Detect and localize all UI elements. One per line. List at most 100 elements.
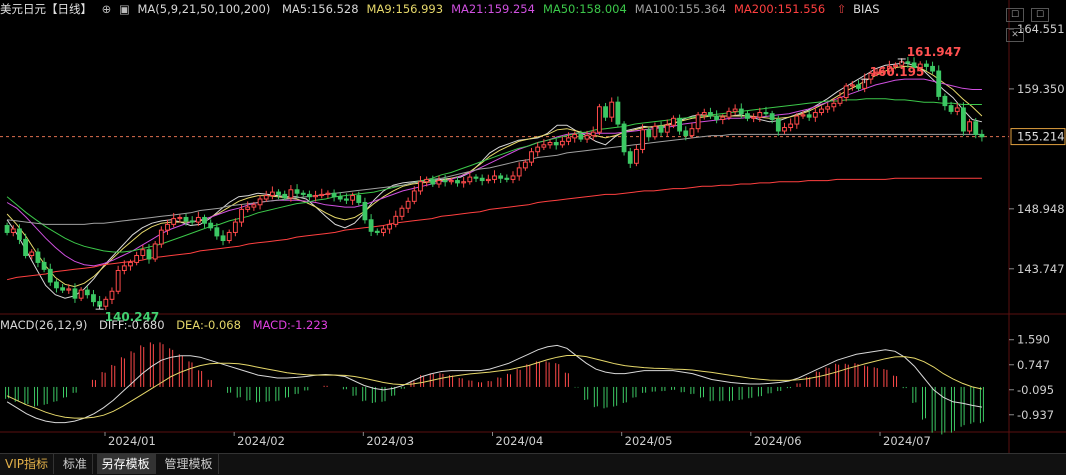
candle-body — [54, 281, 59, 289]
candle-body — [615, 101, 621, 125]
candle-body — [405, 200, 411, 209]
candle-body — [121, 265, 127, 271]
candle-body — [257, 198, 263, 206]
candle-body — [103, 298, 109, 307]
ma-indicator-5: MA200:151.556 — [733, 2, 826, 16]
candle-body — [769, 113, 775, 120]
ma-indicator-list: MA5:156.528 MA9:156.993 MA21:159.254 MA50:1… — [282, 2, 833, 16]
annotation-label: 161.947 — [907, 45, 962, 59]
close-icon[interactable]: ✕ — [1006, 28, 1024, 42]
candle-body — [547, 142, 553, 146]
candle-body — [226, 231, 232, 242]
candle-body — [967, 121, 972, 132]
bias-label[interactable]: BIAS — [853, 2, 879, 16]
candle-body — [609, 101, 615, 118]
ma-indicator-0: MA5:156.528 — [281, 2, 359, 16]
candle-body — [134, 255, 140, 263]
candle-body — [559, 140, 565, 146]
candle-body — [596, 106, 602, 133]
candle-body — [109, 290, 115, 300]
candle-body — [387, 223, 393, 230]
candle-body — [812, 112, 818, 118]
candle-body — [424, 178, 430, 183]
chart-canvas[interactable]: 160.195161.947140.247 164.551159.350148.… — [0, 0, 1066, 453]
macd-value: MACD:-1.223 — [252, 318, 328, 332]
candle-body — [936, 70, 942, 97]
candle-body — [368, 219, 374, 232]
candle-body — [905, 61, 911, 64]
candle-body — [418, 181, 423, 192]
candle-body — [381, 228, 386, 233]
ma-params: MA(5,9,21,50,100,200) — [137, 2, 271, 16]
candle-body — [683, 130, 689, 137]
macd-panel — [5, 342, 984, 435]
candle-body — [319, 193, 325, 197]
candle-body — [485, 178, 491, 182]
candle-body — [923, 63, 929, 67]
candle-body — [35, 251, 41, 263]
window-controls: ☐ ☐ ✕ — [1004, 2, 1062, 42]
candle-body — [516, 167, 522, 177]
candle-body — [590, 131, 596, 137]
kline-icon[interactable]: ▣ — [119, 2, 130, 16]
candle-body — [979, 133, 985, 138]
candle-body — [627, 151, 633, 164]
candle-body — [72, 288, 78, 299]
candle-body — [146, 249, 152, 260]
x-tick-label: 2024/01 — [108, 434, 156, 448]
candle-body — [745, 113, 750, 119]
candle-body — [751, 116, 757, 119]
tab-manage-template[interactable]: 管理模板 — [160, 454, 219, 474]
symbol-title[interactable]: 美元日元【日线】 — [0, 2, 92, 16]
tab-save-template[interactable]: 另存模板 — [96, 454, 156, 474]
candle-body — [479, 177, 485, 182]
candle-body — [566, 137, 571, 142]
x-tick-label: 2024/06 — [754, 434, 802, 448]
candle-body — [455, 180, 460, 184]
candle-body — [282, 193, 288, 199]
macd-tick-label: -0.095 — [1017, 383, 1054, 397]
candle-body — [825, 106, 831, 110]
candle-body — [430, 178, 436, 185]
candle-body — [374, 230, 380, 233]
x-tick-label: 2024/07 — [883, 434, 931, 448]
candle-body — [973, 121, 979, 135]
ma-indicator-2: MA21:159.254 — [451, 2, 535, 16]
tab-vip-indicator[interactable]: VIP指标 — [0, 454, 54, 474]
candle-body — [701, 112, 707, 116]
candle-body — [541, 144, 547, 148]
candle-body — [331, 192, 337, 198]
candle-body — [177, 216, 183, 220]
candle-body — [208, 222, 214, 229]
candle-body — [954, 107, 960, 112]
candle-body — [232, 221, 238, 233]
candle-body — [763, 112, 769, 115]
candle-body — [714, 115, 720, 120]
crosshair-icon[interactable]: ⊕ — [102, 2, 112, 16]
maximize-icon[interactable]: ☐ — [1031, 8, 1050, 22]
candle-body — [294, 189, 300, 194]
candle-body — [344, 198, 349, 201]
candle-body — [633, 148, 639, 164]
candle-body — [689, 128, 695, 137]
candle-body — [473, 176, 479, 179]
candle-body — [720, 116, 726, 120]
candle-body — [17, 228, 22, 240]
macd-header: MACD(26,12,9) DIFF:-0.680 DEA:-0.068 MAC… — [0, 318, 336, 332]
bias-arrow-icon[interactable]: ⇧ — [837, 2, 847, 16]
ma-line-ma200 — [6, 177, 982, 281]
candle-body — [23, 238, 29, 257]
candle-body — [276, 191, 281, 195]
candle-body — [708, 112, 713, 117]
candle-body — [269, 191, 275, 197]
price-tick-label: 164.551 — [1017, 22, 1065, 36]
restore-icon[interactable]: ☐ — [1006, 8, 1024, 22]
candle-body — [10, 228, 16, 233]
candle-body — [510, 175, 516, 180]
price-tick-label: 159.350 — [1017, 82, 1065, 96]
candle-body — [843, 85, 849, 99]
candle-body — [800, 114, 806, 117]
candle-body — [930, 65, 935, 72]
tab-standard[interactable]: 标准 — [58, 454, 93, 474]
candle-body — [732, 108, 738, 112]
